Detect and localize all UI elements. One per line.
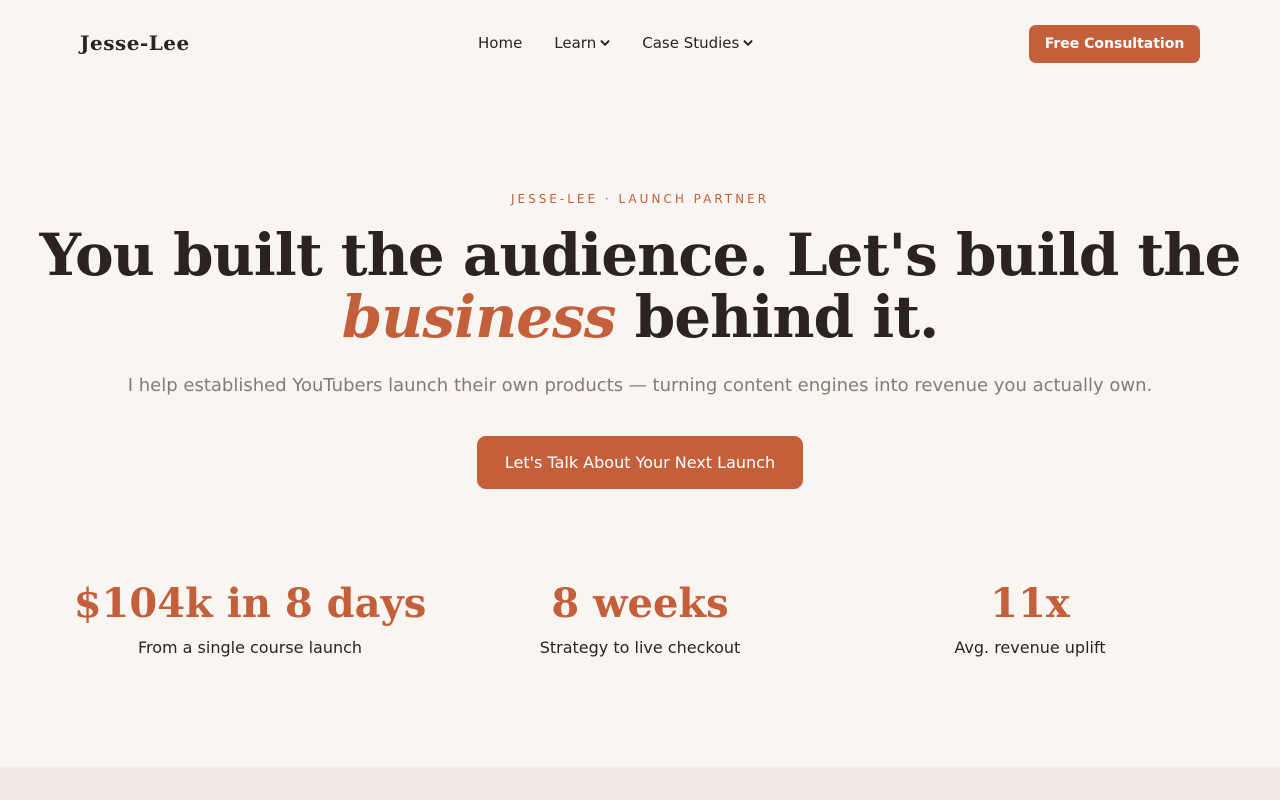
talk-about-launch-button[interactable]: Let's Talk About Your Next Launch — [477, 436, 803, 489]
site-logo[interactable]: Jesse-Lee — [80, 31, 190, 55]
headline-line-1: You built the audience. Let's build the — [39, 221, 1242, 289]
nav-link-label: Learn — [554, 34, 597, 52]
stat-item: 8 weeks Strategy to live checkout — [430, 578, 850, 657]
nav-link-home[interactable]: Home — [478, 34, 522, 52]
nav-links: Home Learn Case Studies — [478, 34, 753, 52]
nav-link-label: Case Studies — [642, 34, 740, 52]
hero-eyebrow: JESSE-LEE · LAUNCH PARTNER — [510, 192, 770, 206]
stat-value: 8 weeks — [551, 580, 729, 627]
headline-accent: business — [341, 283, 617, 351]
nav-link-case-studies[interactable]: Case Studies — [642, 34, 753, 52]
stat-label: Avg. revenue uplift — [954, 638, 1106, 657]
top-navigation: Jesse-Lee Home Learn Case Studies Free C… — [0, 0, 1280, 88]
chevron-down-icon — [743, 38, 753, 48]
chevron-down-icon — [600, 38, 610, 48]
next-section-band — [0, 767, 1280, 800]
stat-item: 11x Avg. revenue uplift — [820, 578, 1240, 657]
free-consultation-button[interactable]: Free Consultation — [1029, 25, 1200, 63]
stat-label: Strategy to live checkout — [539, 638, 741, 657]
nav-link-learn[interactable]: Learn — [554, 34, 610, 52]
headline-rest: behind it. — [615, 283, 940, 351]
stat-value: 11x — [990, 580, 1070, 627]
hero-headline: You built the audience. Let's build the … — [0, 224, 1280, 348]
nav-link-label: Home — [478, 34, 523, 52]
stat-item: $104k in 8 days From a single course lau… — [40, 578, 460, 657]
hero-subhead: I help established YouTubers launch thei… — [127, 375, 1153, 396]
stat-value: $104k in 8 days — [73, 580, 427, 627]
stat-label: From a single course launch — [137, 638, 363, 657]
